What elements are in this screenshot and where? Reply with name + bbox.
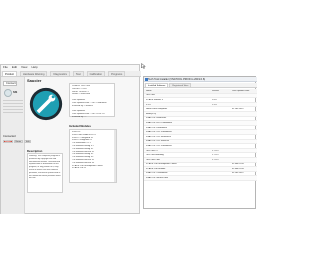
installed-software-table: Name Version Last Updated Date Tech Tool…	[144, 89, 257, 181]
installer-window: Tech Tool Installer (VNATOOL PROD to 201…	[143, 76, 257, 209]
column-header-version[interactable]: Version	[212, 90, 232, 92]
description-line: the law.	[29, 177, 36, 180]
cell-name: VCADS Pro Runtime	[146, 167, 166, 170]
list-item[interactable]: VCADS Pro V2	[72, 167, 114, 170]
cell-date: 05 Nov 2019	[232, 163, 244, 166]
rail-mini-tabs: Status Errors Info	[3, 140, 32, 143]
cell-name: VNATOOL TEC Resources	[146, 135, 171, 138]
logo-wrench-jaw	[51, 95, 55, 99]
tech-tool-logo-icon	[29, 87, 63, 121]
cell-name: VCADS Installer V	[146, 98, 163, 101]
description-box: Warning: This computer program is protec…	[27, 153, 63, 193]
menu-edit[interactable]: Edit	[12, 65, 17, 70]
installer-tabs: Installed Software Registered Sites	[144, 83, 257, 88]
mini-tab-errors[interactable]: Errors	[13, 140, 24, 143]
cell-date: 03 Jan 2019	[232, 172, 244, 175]
cell-version: 2.0.0	[212, 98, 217, 101]
tab-calibration[interactable]: Calibration	[86, 71, 106, 76]
rail-line	[3, 103, 23, 104]
info-line: Installed by: —	[72, 115, 87, 118]
cell-version: 2.7.0.3	[212, 149, 219, 152]
mini-tab-info[interactable]: Info	[24, 140, 32, 143]
menu-file[interactable]: File	[3, 65, 8, 70]
cell-name: Tech Tool Core	[146, 158, 160, 161]
product-window: File Edit View Help Product Hardware War…	[0, 64, 141, 214]
packages-scrollbar[interactable]	[114, 130, 116, 182]
table-row[interactable]: VNATOOL Vehicle Data	[144, 176, 257, 181]
cell-name: Metro(RTI)	[146, 112, 157, 115]
tab-diagnostics[interactable]: Diagnostics	[50, 71, 70, 76]
rail-footer-label: Connected	[3, 135, 16, 138]
product-name: Saucier	[27, 78, 42, 83]
cell-name: VNATOOL TEC Parameters	[146, 131, 172, 134]
cell-name: Nemo Parts Interpreter	[146, 108, 168, 111]
cell-date: 05 Nov 2019	[232, 167, 244, 170]
installer-app-icon	[145, 78, 148, 81]
packages-title: Included Modules	[69, 125, 91, 128]
menu-bar: File Edit View Help	[1, 65, 141, 70]
cell-name: VNATOOL Vehicle Data	[146, 177, 168, 180]
left-rail: Connect SIS Connected Status Errors Info	[1, 77, 32, 214]
cell-version: 2.7.0.3	[212, 158, 219, 161]
rail-line	[3, 109, 23, 110]
cell-name: VNATOOL Parameters	[146, 126, 167, 129]
cell-version: 1.5.4	[212, 103, 217, 106]
tab-test[interactable]: Test	[72, 71, 84, 76]
column-header-name[interactable]: Name	[144, 90, 212, 92]
cell-name: Tech Tool 2.7	[146, 149, 159, 152]
device-avatar	[4, 89, 12, 97]
cell-name: VNATOOL Resources	[146, 117, 167, 120]
cell-name: VNATOOL TEC Services	[146, 140, 169, 143]
tab-installed-software[interactable]: Installed Software	[145, 83, 169, 87]
cell-name: VTIS	[146, 103, 151, 106]
connect-button[interactable]: Connect	[3, 81, 17, 86]
cell-name: Tech Tool Branding	[146, 154, 164, 157]
cell-date: 02 Jan 2019	[232, 108, 244, 111]
device-label: SIS	[13, 91, 18, 94]
product-info-panel: Product: Tech Tool Version: 2.5.85 Seria…	[69, 83, 115, 118]
cell-name: Tech Tool	[146, 94, 155, 97]
rail-detail-lines	[3, 100, 23, 115]
logo-wrench-head	[48, 94, 56, 102]
tab-hardware-warning[interactable]: Hardware Warning	[19, 71, 48, 76]
menu-view[interactable]: View	[21, 65, 27, 70]
mouse-cursor-icon	[141, 63, 146, 69]
cell-name: VCADS Pro Development Center	[146, 163, 177, 166]
rail-line	[3, 112, 23, 113]
mini-tab-status[interactable]: Status	[3, 140, 13, 143]
rail-line	[3, 100, 23, 101]
table-body: Tech Tool VCADS Installer V 2.0.0 VTIS 1.5.4…	[144, 93, 257, 181]
cell-name: VNATOOL TEC Parameters	[146, 144, 172, 147]
packages-list[interactable]: VGFS v2 VGFS INFORMATION V1 VGFS T2 Vang…	[69, 129, 117, 183]
installer-window-title: Tech Tool Installer (VNATOOL PROD to 201…	[144, 77, 257, 82]
cell-version: 2.7.0.3	[212, 154, 219, 157]
tab-programs[interactable]: Programs	[108, 71, 126, 76]
cell-name: VNATOOL Translations	[146, 172, 168, 175]
cell-name: VNATOOL PRO Parameters	[146, 121, 173, 124]
menu-help[interactable]: Help	[31, 65, 37, 70]
tab-product[interactable]: Product	[2, 71, 17, 76]
tab-registered-sites[interactable]: Registered Sites	[169, 83, 192, 87]
column-header-date[interactable]: Last Updated Date	[232, 90, 257, 92]
rail-line	[3, 106, 23, 107]
